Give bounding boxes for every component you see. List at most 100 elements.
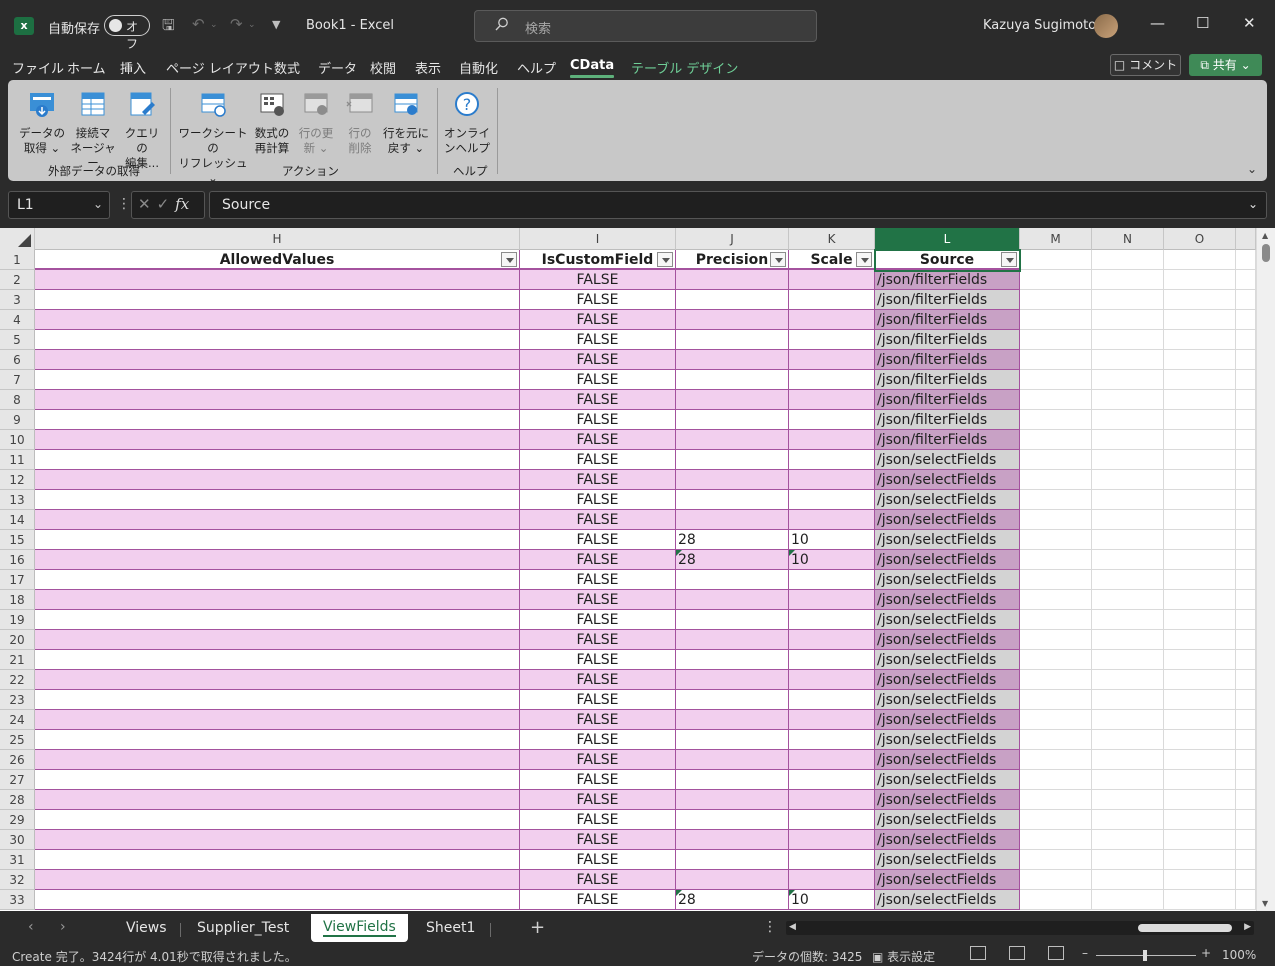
table-cell-j[interactable] — [676, 410, 789, 430]
table-cell-h[interactable] — [35, 330, 520, 350]
tab-insert[interactable]: 挿入 — [120, 58, 146, 77]
empty-cell[interactable] — [1092, 590, 1164, 610]
empty-cell[interactable] — [1020, 750, 1092, 770]
tab-automate[interactable]: 自動化 — [459, 58, 498, 77]
table-header-allowedvalues[interactable]: AllowedValues — [35, 250, 520, 270]
row-header[interactable]: 19 — [0, 610, 35, 630]
empty-cell[interactable] — [1092, 410, 1164, 430]
empty-cell[interactable] — [1236, 390, 1256, 410]
empty-cell[interactable] — [1092, 730, 1164, 750]
empty-cell[interactable] — [1020, 250, 1092, 270]
empty-cell[interactable] — [1164, 830, 1236, 850]
empty-cell[interactable] — [1020, 490, 1092, 510]
table-cell-k[interactable] — [789, 330, 875, 350]
error-indicator-icon[interactable] — [676, 550, 682, 556]
status-count[interactable]: データの個数: 3425 — [752, 948, 862, 965]
more-tabs-icon[interactable]: ⋮ — [763, 919, 777, 935]
table-cell-k[interactable] — [789, 350, 875, 370]
empty-cell[interactable] — [1164, 410, 1236, 430]
tab-page-layout[interactable]: ページ レイアウト — [166, 58, 274, 77]
table-cell-i[interactable]: FALSE — [520, 370, 676, 390]
empty-cell[interactable] — [1092, 750, 1164, 770]
empty-cell[interactable] — [1020, 810, 1092, 830]
empty-cell[interactable] — [1236, 890, 1256, 910]
page-layout-view-icon[interactable] — [1009, 946, 1025, 960]
column-header-o[interactable]: O — [1164, 228, 1236, 250]
row-header[interactable]: 15 — [0, 530, 35, 550]
select-all-corner[interactable] — [0, 228, 35, 250]
table-cell-k[interactable] — [789, 370, 875, 390]
empty-cell[interactable] — [1236, 730, 1256, 750]
empty-cell[interactable] — [1020, 450, 1092, 470]
confirm-entry-icon[interactable]: ✓ — [157, 195, 176, 213]
table-cell-k[interactable]: 10 — [789, 530, 875, 550]
table-cell-l[interactable]: /json/selectFields — [875, 590, 1020, 610]
row-header[interactable]: 25 — [0, 730, 35, 750]
table-cell-h[interactable] — [35, 270, 520, 290]
empty-cell[interactable] — [1020, 610, 1092, 630]
table-cell-h[interactable] — [35, 810, 520, 830]
insert-function-icon[interactable]: fx — [175, 195, 189, 213]
empty-cell[interactable] — [1092, 630, 1164, 650]
empty-cell[interactable] — [1236, 870, 1256, 890]
table-cell-l[interactable]: /json/selectFields — [875, 770, 1020, 790]
table-cell-l[interactable]: /json/selectFields — [875, 730, 1020, 750]
row-header[interactable]: 11 — [0, 450, 35, 470]
revert-rows-button[interactable]: 行を元に 戻す ⌄ — [382, 90, 430, 156]
empty-cell[interactable] — [1236, 290, 1256, 310]
column-header-m[interactable]: M — [1020, 228, 1092, 250]
empty-cell[interactable] — [1164, 570, 1236, 590]
scroll-thumb[interactable] — [1138, 924, 1232, 932]
table-cell-h[interactable] — [35, 590, 520, 610]
empty-cell[interactable] — [1092, 490, 1164, 510]
row-header[interactable]: 23 — [0, 690, 35, 710]
column-header-i[interactable]: I — [520, 228, 676, 250]
column-header-l[interactable]: L — [875, 228, 1020, 250]
table-cell-i[interactable]: FALSE — [520, 310, 676, 330]
empty-cell[interactable] — [1020, 850, 1092, 870]
empty-cell[interactable] — [1092, 810, 1164, 830]
table-cell-i[interactable]: FALSE — [520, 470, 676, 490]
row-header[interactable]: 9 — [0, 410, 35, 430]
empty-cell[interactable] — [1092, 570, 1164, 590]
table-cell-j[interactable] — [676, 450, 789, 470]
table-cell-i[interactable]: FALSE — [520, 430, 676, 450]
empty-cell[interactable] — [1092, 650, 1164, 670]
empty-cell[interactable] — [1092, 370, 1164, 390]
empty-cell[interactable] — [1020, 770, 1092, 790]
empty-cell[interactable] — [1020, 650, 1092, 670]
empty-cell[interactable] — [1020, 510, 1092, 530]
table-cell-k[interactable] — [789, 510, 875, 530]
empty-cell[interactable] — [1020, 530, 1092, 550]
scroll-up-icon[interactable]: ▲ — [1262, 231, 1268, 240]
table-cell-j[interactable] — [676, 830, 789, 850]
filter-dropdown-icon[interactable] — [856, 252, 872, 267]
table-cell-j[interactable]: 28 — [676, 550, 789, 570]
edit-query-button[interactable]: クエリの 編集... — [120, 90, 164, 171]
empty-cell[interactable] — [1092, 850, 1164, 870]
empty-cell[interactable] — [1164, 750, 1236, 770]
row-header[interactable]: 8 — [0, 390, 35, 410]
table-cell-h[interactable] — [35, 370, 520, 390]
empty-cell[interactable] — [1092, 390, 1164, 410]
filter-dropdown-icon[interactable] — [770, 252, 786, 267]
tab-help[interactable]: ヘルプ — [517, 58, 556, 77]
table-cell-j[interactable] — [676, 870, 789, 890]
table-cell-i[interactable]: FALSE — [520, 550, 676, 570]
empty-cell[interactable] — [1092, 310, 1164, 330]
customize-qat-icon[interactable]: ▼ — [272, 18, 280, 31]
table-cell-h[interactable] — [35, 750, 520, 770]
empty-cell[interactable] — [1164, 530, 1236, 550]
empty-cell[interactable] — [1236, 710, 1256, 730]
empty-cell[interactable] — [1164, 710, 1236, 730]
table-cell-i[interactable]: FALSE — [520, 490, 676, 510]
empty-cell[interactable] — [1092, 430, 1164, 450]
tab-review[interactable]: 校閲 — [370, 58, 396, 77]
empty-cell[interactable] — [1164, 730, 1236, 750]
empty-cell[interactable] — [1164, 510, 1236, 530]
table-cell-j[interactable] — [676, 370, 789, 390]
empty-cell[interactable] — [1164, 690, 1236, 710]
table-cell-k[interactable] — [789, 670, 875, 690]
user-name[interactable]: Kazuya Sugimoto — [983, 18, 1096, 33]
table-cell-l[interactable]: /json/selectFields — [875, 710, 1020, 730]
